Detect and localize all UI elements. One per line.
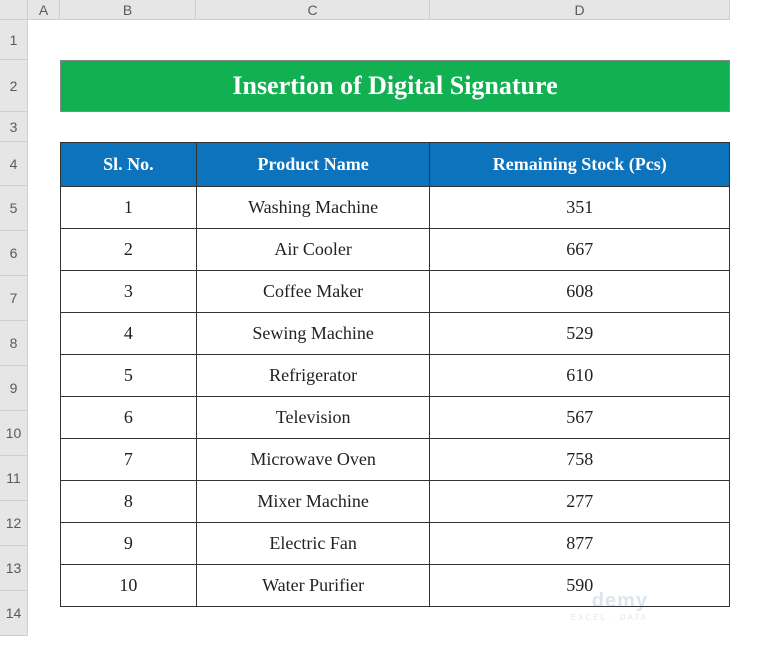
row-header[interactable]: 10	[0, 411, 28, 456]
cell-product[interactable]: Refrigerator	[196, 355, 430, 397]
cell-sl[interactable]: 8	[61, 481, 197, 523]
cell-stock[interactable]: 877	[430, 523, 730, 565]
row-header[interactable]: 7	[0, 276, 28, 321]
cell-stock[interactable]: 277	[430, 481, 730, 523]
cell-product[interactable]: Microwave Oven	[196, 439, 430, 481]
row-headers: 1 2 3 4 5 6 7 8 9 10 11 12 13 14	[0, 0, 28, 636]
cell-product[interactable]: Coffee Maker	[196, 271, 430, 313]
row-header[interactable]: 8	[0, 321, 28, 366]
table-row: 1 Washing Machine 351	[61, 187, 730, 229]
header-remaining-stock[interactable]: Remaining Stock (Pcs)	[430, 143, 730, 187]
cell-stock[interactable]: 567	[430, 397, 730, 439]
row-header[interactable]: 11	[0, 456, 28, 501]
col-header[interactable]: A	[28, 0, 60, 20]
col-header[interactable]: B	[60, 0, 196, 20]
table-row: 5 Refrigerator 610	[61, 355, 730, 397]
watermark-subtext: EXCEL · DATA	[571, 613, 648, 622]
cell-product[interactable]: Sewing Machine	[196, 313, 430, 355]
cell-stock[interactable]: 610	[430, 355, 730, 397]
table-row: 7 Microwave Oven 758	[61, 439, 730, 481]
row-header[interactable]: 14	[0, 591, 28, 636]
row-header[interactable]: 9	[0, 366, 28, 411]
table-row: 10 Water Purifier 590	[61, 565, 730, 607]
title-cell[interactable]: Insertion of Digital Signature	[60, 60, 730, 112]
cell-product[interactable]: Mixer Machine	[196, 481, 430, 523]
cell-product[interactable]: Electric Fan	[196, 523, 430, 565]
header-sl-no[interactable]: Sl. No.	[61, 143, 197, 187]
table-row: 6 Television 567	[61, 397, 730, 439]
col-header[interactable]: C	[196, 0, 430, 20]
row-header[interactable]: 3	[0, 112, 28, 142]
table-row: 4 Sewing Machine 529	[61, 313, 730, 355]
cell-sl[interactable]: 1	[61, 187, 197, 229]
cell-sl[interactable]: 3	[61, 271, 197, 313]
cell-stock[interactable]: 608	[430, 271, 730, 313]
col-header[interactable]: D	[430, 0, 730, 20]
cell-sl[interactable]: 10	[61, 565, 197, 607]
cell-sl[interactable]: 6	[61, 397, 197, 439]
row-header[interactable]: 12	[0, 501, 28, 546]
row-header[interactable]: 1	[0, 20, 28, 60]
cell-product[interactable]: Television	[196, 397, 430, 439]
cell-product[interactable]: Air Cooler	[196, 229, 430, 271]
cell-sl[interactable]: 5	[61, 355, 197, 397]
cell-sl[interactable]: 7	[61, 439, 197, 481]
cell-stock[interactable]: 667	[430, 229, 730, 271]
row-header[interactable]: 4	[0, 142, 28, 186]
cell-sl[interactable]: 2	[61, 229, 197, 271]
row-header[interactable]: 13	[0, 546, 28, 591]
row-header[interactable]: 6	[0, 231, 28, 276]
cell-stock[interactable]: 758	[430, 439, 730, 481]
row-header[interactable]: 5	[0, 186, 28, 231]
table-row: 9 Electric Fan 877	[61, 523, 730, 565]
cell-product[interactable]: Washing Machine	[196, 187, 430, 229]
table-row: 3 Coffee Maker 608	[61, 271, 730, 313]
cell-stock[interactable]: 351	[430, 187, 730, 229]
cell-sl[interactable]: 4	[61, 313, 197, 355]
cell-stock[interactable]: 590	[430, 565, 730, 607]
cell-stock[interactable]: 529	[430, 313, 730, 355]
col-headers: A B C D	[28, 0, 730, 20]
select-all-corner[interactable]	[0, 0, 28, 20]
table-header-row: Sl. No. Product Name Remaining Stock (Pc…	[61, 143, 730, 187]
cell-product[interactable]: Water Purifier	[196, 565, 430, 607]
data-table: Sl. No. Product Name Remaining Stock (Pc…	[60, 142, 730, 607]
table-row: 2 Air Cooler 667	[61, 229, 730, 271]
table-row: 8 Mixer Machine 277	[61, 481, 730, 523]
row-header[interactable]: 2	[0, 60, 28, 112]
cell-sl[interactable]: 9	[61, 523, 197, 565]
header-product-name[interactable]: Product Name	[196, 143, 430, 187]
